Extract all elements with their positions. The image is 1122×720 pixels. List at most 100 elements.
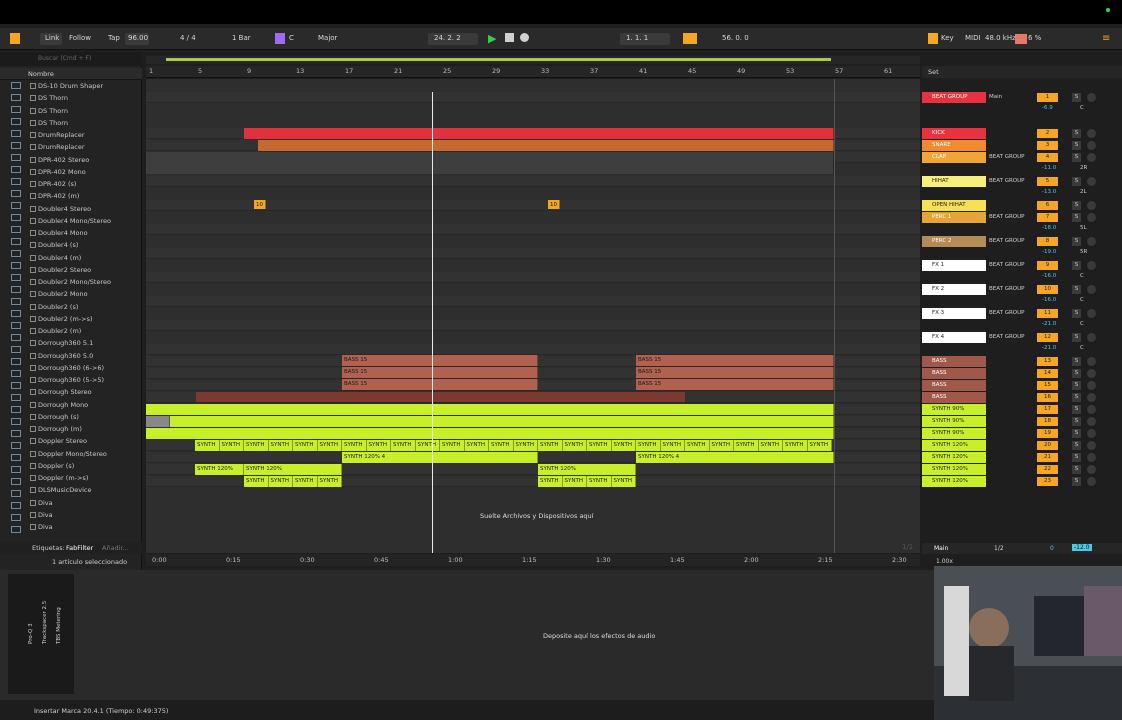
kick-clip[interactable]	[244, 128, 834, 139]
category-icon[interactable]	[11, 94, 21, 101]
track-number[interactable]: 13	[1037, 357, 1058, 366]
midi-map-button[interactable]: MIDI	[965, 34, 981, 42]
solo-button[interactable]: S	[1072, 213, 1081, 222]
synth-clip[interactable]: SYNTH	[587, 440, 612, 451]
synth-clip[interactable]: SYNTH	[268, 476, 293, 487]
track-name[interactable]: CLAP	[922, 152, 986, 163]
synth-clip[interactable]: SYNTH	[807, 440, 832, 451]
track-number[interactable]: 7	[1037, 213, 1058, 222]
track-header[interactable]: BASS 13 S	[922, 356, 1120, 367]
track-output[interactable]: BEAT GROUP	[989, 334, 1024, 340]
category-icon[interactable]	[11, 466, 21, 473]
tag-fabfilter[interactable]: FabFilter	[66, 544, 93, 552]
browser-item[interactable]: Dorrough360 5.0	[38, 350, 138, 362]
loop-icon[interactable]	[683, 33, 697, 44]
track-header[interactable]: FX 3 BEAT GROUP 11 S -21.0 C	[922, 308, 1120, 327]
synth-clip[interactable]: SYNTH	[219, 440, 244, 451]
category-icon[interactable]	[11, 514, 21, 521]
synth-clip[interactable]: SYNTH	[342, 440, 367, 451]
synth-clip[interactable]: SYNTH	[562, 440, 587, 451]
browser-item[interactable]: Diva	[38, 521, 138, 533]
category-icon[interactable]	[11, 166, 21, 173]
solo-button[interactable]: S	[1072, 309, 1081, 318]
synth-clip[interactable]	[146, 428, 834, 439]
browser-item[interactable]: Doppler (s)	[38, 460, 138, 472]
track-name[interactable]: SYNTH 120%	[922, 464, 986, 475]
synth-clip[interactable]: SYNTH	[391, 440, 416, 451]
browser-item[interactable]: DPR-402 Stereo	[38, 154, 138, 166]
drum-bg-clip[interactable]	[146, 152, 834, 174]
solo-button[interactable]: S	[1072, 237, 1081, 246]
track-output[interactable]: Main	[989, 94, 1002, 100]
category-icon[interactable]	[11, 154, 21, 161]
browser-item[interactable]: Doubler2 Mono	[38, 288, 138, 300]
arm-button[interactable]	[1087, 129, 1096, 138]
arm-button[interactable]	[1087, 261, 1096, 270]
track-number[interactable]: 22	[1037, 465, 1058, 474]
synth-clip[interactable]: SYNTH 120% 4	[342, 452, 538, 463]
stop-button[interactable]	[505, 33, 514, 42]
category-icon[interactable]	[11, 526, 21, 533]
add-tag-button[interactable]: Añadir...	[102, 544, 129, 552]
track-output[interactable]: BEAT GROUP	[989, 238, 1024, 244]
synth-clip[interactable]	[146, 416, 170, 427]
synth-clip[interactable]: SYNTH	[734, 440, 759, 451]
track-header[interactable]: SYNTH 120% 20 S	[922, 440, 1120, 451]
browser-item[interactable]: Diva	[38, 497, 138, 509]
browser-item[interactable]: DrumReplacer	[38, 141, 138, 153]
track-name[interactable]: FX 2	[922, 284, 986, 295]
synth-clip[interactable]: SYNTH	[244, 476, 269, 487]
category-icon[interactable]	[11, 490, 21, 497]
track-number[interactable]: 10	[1037, 285, 1058, 294]
track-header[interactable]: CLAP BEAT GROUP 4 S -11.0 2R	[922, 152, 1120, 171]
track-volume[interactable]: -6.9	[1042, 105, 1053, 111]
solo-button[interactable]: S	[1072, 93, 1081, 102]
synth-clip[interactable]: SYNTH	[317, 440, 342, 451]
track-pan[interactable]: C	[1080, 273, 1084, 279]
browser-item[interactable]: DPR-402 (m)	[38, 190, 138, 202]
track-volume[interactable]: -19.0	[1042, 249, 1056, 255]
synth-clip[interactable]: SYNTH	[366, 440, 391, 451]
solo-button[interactable]: S	[1072, 417, 1081, 426]
track-number[interactable]: 12	[1037, 333, 1058, 342]
category-icon[interactable]	[11, 142, 21, 149]
synth-clip[interactable]: SYNTH	[268, 440, 293, 451]
arm-button[interactable]	[1087, 153, 1096, 162]
synth-clip[interactable]: SYNTH	[440, 440, 465, 451]
synth-clip[interactable]: SYNTH	[611, 476, 636, 487]
bass-clip[interactable]: BASS 15	[636, 367, 834, 378]
tempo-field[interactable]: 96.00	[128, 34, 148, 42]
track-number[interactable]: 20	[1037, 441, 1058, 450]
track-output[interactable]: BEAT GROUP	[989, 154, 1024, 160]
browser-item[interactable]: DS-10 Drum Shaper	[38, 80, 138, 92]
menu-icon[interactable]: ≡	[1102, 33, 1110, 44]
track-pan[interactable]: 5R	[1080, 249, 1087, 255]
track-pan[interactable]: C	[1080, 105, 1084, 111]
arm-button[interactable]	[1087, 333, 1096, 342]
track-name[interactable]: BASS	[922, 380, 986, 391]
track-header[interactable]: SNARE 3 S	[922, 140, 1120, 151]
track-number[interactable]: 14	[1037, 369, 1058, 378]
browser-item[interactable]: DPR-402 (s)	[38, 178, 138, 190]
arm-button[interactable]	[1087, 453, 1096, 462]
solo-button[interactable]: S	[1072, 369, 1081, 378]
tap-button[interactable]: Tap	[108, 34, 120, 42]
browser-item[interactable]: Dorrough Mono	[38, 399, 138, 411]
solo-button[interactable]: S	[1072, 201, 1081, 210]
synth-clip[interactable]: SYNTH	[660, 440, 685, 451]
arm-button[interactable]	[1087, 141, 1096, 150]
record-button[interactable]	[520, 33, 529, 42]
category-icon[interactable]	[11, 262, 21, 269]
synth-clip[interactable]: SYNTH	[685, 440, 710, 451]
browser-item[interactable]: Dorrough360 5.1	[38, 337, 138, 349]
category-icon[interactable]	[11, 202, 21, 209]
track-output[interactable]: BEAT GROUP	[989, 214, 1024, 220]
bass-clip[interactable]: BASS 15	[342, 379, 538, 390]
track-volume[interactable]: -16.0	[1042, 297, 1056, 303]
synth-clip[interactable]: SYNTH	[293, 476, 318, 487]
track-pan[interactable]: C	[1080, 321, 1084, 327]
track-number[interactable]: 3	[1037, 141, 1058, 150]
synth-clip[interactable]: SYNTH	[636, 440, 661, 451]
track-lane[interactable]	[146, 176, 920, 187]
synth-clip[interactable]: SYNTH	[513, 440, 538, 451]
